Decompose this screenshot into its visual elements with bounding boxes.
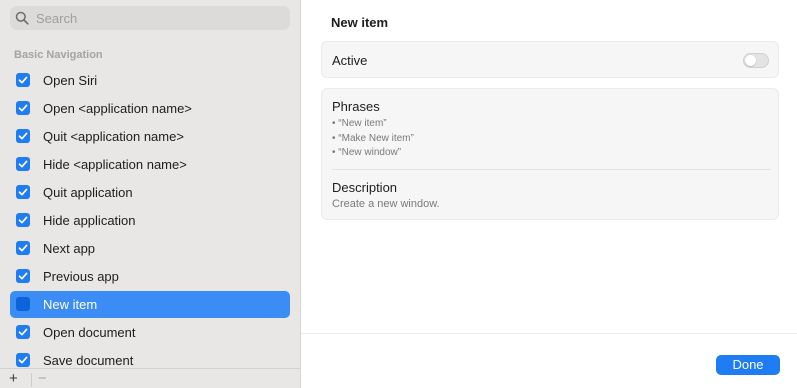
section-title: Basic Navigation — [14, 49, 103, 61]
list-item[interactable]: Quit application — [0, 178, 300, 206]
list-item-label: Quit <application name> — [43, 129, 184, 144]
list-item-label: Next app — [43, 241, 96, 256]
item-checkbox[interactable] — [16, 241, 30, 255]
list-item-label: Hide <application name> — [43, 157, 187, 172]
checkmark-icon — [18, 188, 28, 196]
checkmark-icon — [18, 356, 28, 364]
list-item-label: Save document — [43, 353, 134, 368]
list-item[interactable]: New item — [0, 290, 300, 318]
search-placeholder: Search — [36, 11, 78, 26]
toggle-knob — [745, 55, 756, 66]
phrase-item: • “Make New item” — [332, 132, 414, 144]
search-input[interactable]: Search — [10, 6, 290, 30]
active-row: Active — [321, 41, 779, 78]
sidebar-toolbar: + − — [0, 368, 300, 388]
done-button[interactable]: Done — [716, 355, 780, 375]
item-checkbox[interactable] — [16, 213, 30, 227]
checkmark-icon — [18, 216, 28, 224]
list-item-label: Open document — [43, 325, 136, 340]
checkmark-icon — [18, 132, 28, 140]
sidebar: Search Basic Navigation Open Siri Open <a… — [0, 0, 301, 388]
list-item-label: Hide application — [43, 213, 136, 228]
item-checkbox[interactable] — [16, 101, 30, 115]
checkmark-icon — [18, 76, 28, 84]
item-checkbox[interactable] — [16, 297, 30, 311]
list-item[interactable]: Open document — [0, 318, 300, 346]
phrases-heading: Phrases — [332, 99, 380, 114]
list-item[interactable]: Open <application name> — [0, 94, 300, 122]
search-icon — [15, 11, 29, 25]
active-toggle[interactable] — [743, 53, 769, 68]
phrase-item: • “New item” — [332, 118, 387, 129]
phrases-list: • “New item” • “Make New item” • “New wi… — [332, 117, 414, 161]
checkmark-icon — [18, 244, 28, 252]
description-text: Create a new window. — [332, 198, 440, 210]
item-checkbox[interactable] — [16, 269, 30, 283]
list-item[interactable]: Hide <application name> — [0, 150, 300, 178]
list-item-label: Quit application — [43, 185, 133, 200]
list-item-label: New item — [43, 297, 98, 312]
list-item[interactable]: Hide application — [0, 206, 300, 234]
command-list: Open Siri Open <application name> Quit <ap… — [0, 66, 300, 374]
list-item-label: Open Siri — [43, 73, 98, 88]
list-item-label: Previous app — [43, 269, 119, 284]
list-item-label: Open <application name> — [43, 101, 192, 116]
card-divider — [332, 169, 771, 170]
list-item[interactable]: Previous app — [0, 262, 300, 290]
list-item[interactable]: Next app — [0, 234, 300, 262]
toolbar-divider — [31, 373, 32, 387]
item-checkbox[interactable] — [16, 73, 30, 87]
checkmark-icon — [18, 160, 28, 168]
checkmark-icon — [18, 328, 28, 336]
item-checkbox[interactable] — [16, 129, 30, 143]
description-heading: Description — [332, 180, 398, 195]
info-card: Phrases • “New item” • “Make New item” •… — [321, 88, 779, 220]
list-item[interactable]: Open Siri — [0, 66, 300, 94]
footer-divider — [301, 333, 797, 334]
checkmark-icon — [18, 272, 28, 280]
checkmark-icon — [18, 104, 28, 112]
page-title: New item — [331, 15, 389, 30]
active-label: Active — [332, 53, 368, 68]
remove-button[interactable]: − — [38, 371, 47, 387]
phrase-item: • “New window” — [332, 147, 402, 158]
item-checkbox[interactable] — [16, 353, 30, 367]
item-checkbox[interactable] — [16, 325, 30, 339]
list-item[interactable]: Quit <application name> — [0, 122, 300, 150]
item-checkbox[interactable] — [16, 185, 30, 199]
add-button[interactable]: + — [9, 371, 18, 387]
item-checkbox[interactable] — [16, 157, 30, 171]
